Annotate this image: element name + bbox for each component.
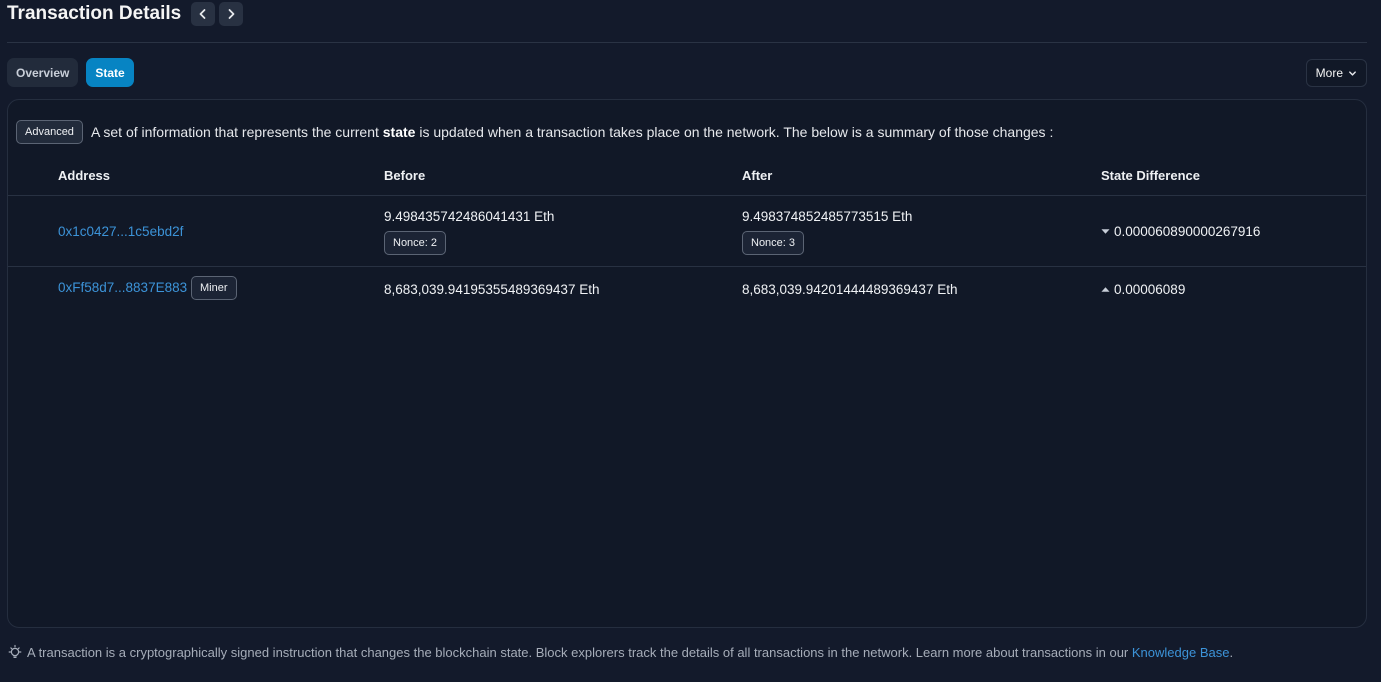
chevron-left-icon xyxy=(199,9,206,19)
next-transaction-button[interactable] xyxy=(219,2,244,26)
row-divider xyxy=(8,266,1366,267)
address-link[interactable]: 0x1c0427...1c5ebd2f xyxy=(58,224,183,239)
state-intro: Advanced A set of information that repre… xyxy=(16,120,1053,144)
before-balance: 9.498435742486041431 Eth xyxy=(384,209,555,224)
column-header-after: After xyxy=(742,168,773,183)
header-row-divider xyxy=(8,195,1366,196)
chevron-down-icon xyxy=(1349,70,1356,76)
before-nonce-badge: Nonce: 2 xyxy=(384,231,447,255)
state-card: Advanced A set of information that repre… xyxy=(7,99,1367,628)
after-balance: 8,683,039.94201444489369437 Eth xyxy=(742,282,958,297)
footer-note: A transaction is a cryptographically sig… xyxy=(7,644,1233,660)
column-header-address: Address xyxy=(58,168,111,183)
tab-state[interactable]: State xyxy=(86,58,134,87)
advanced-badge: Advanced xyxy=(16,120,83,144)
more-label: More xyxy=(1315,66,1343,80)
column-header-before: Before xyxy=(384,168,426,183)
after-nonce-badge: Nonce: 3 xyxy=(742,231,805,255)
caret-down-icon xyxy=(1101,229,1110,234)
more-dropdown-button[interactable]: More xyxy=(1305,59,1367,87)
chevron-right-icon xyxy=(228,9,235,19)
lightbulb-icon xyxy=(8,644,22,658)
tab-overview[interactable]: Overview xyxy=(7,58,79,87)
intro-text: A set of information that represents the… xyxy=(90,124,1054,140)
page-header: Transaction Details xyxy=(7,0,244,28)
header-divider xyxy=(7,42,1367,43)
miner-badge: Miner xyxy=(191,276,237,300)
knowledge-base-link[interactable]: Knowledge Base xyxy=(1132,645,1230,660)
state-difference: 0.000060890000267916 xyxy=(1101,224,1260,239)
footer-text: A transaction is a cryptographically sig… xyxy=(27,644,1234,660)
tab-bar: Overview State xyxy=(7,58,134,87)
state-difference-value: 0.00006089 xyxy=(1114,282,1186,297)
before-balance: 8,683,039.94195355489369437 Eth xyxy=(384,282,600,297)
state-difference: 0.00006089 xyxy=(1101,282,1185,297)
address-link[interactable]: 0xFf58d7...8837E883 xyxy=(58,280,187,295)
caret-up-icon xyxy=(1101,287,1110,292)
page-title: Transaction Details xyxy=(7,3,182,24)
state-difference-value: 0.000060890000267916 xyxy=(1114,224,1261,239)
previous-transaction-button[interactable] xyxy=(191,2,216,26)
after-balance: 9.498374852485773515 Eth xyxy=(742,209,913,224)
column-header-state-difference: State Difference xyxy=(1101,168,1200,183)
